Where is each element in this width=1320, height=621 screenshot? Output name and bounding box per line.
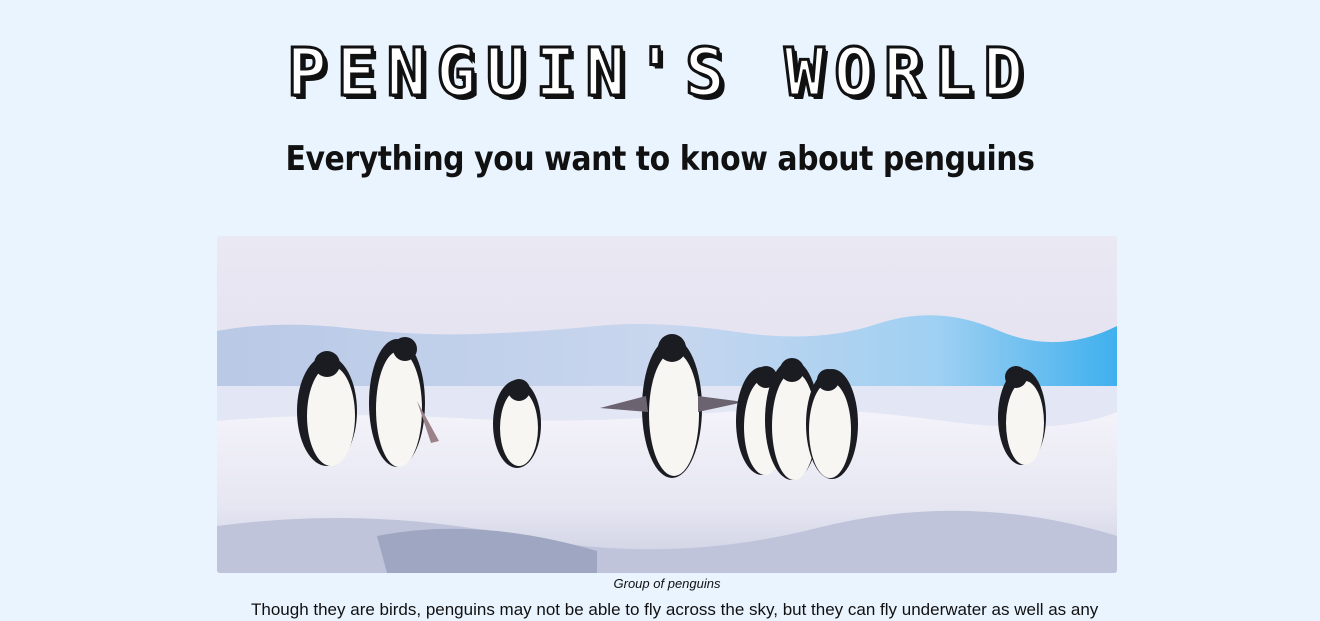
penguins-photo <box>217 236 1117 573</box>
site-subtitle: Everything you want to know about pengui… <box>285 139 1035 179</box>
site-title: PENGUIN'S WORLD <box>285 33 1034 113</box>
hero-caption: Group of penguins <box>613 576 721 591</box>
intro-paragraph: Though they are birds, penguins may not … <box>251 600 1099 619</box>
page: PENGUIN'S WORLD Everything you want to k… <box>0 0 1320 619</box>
hero-figure <box>217 236 1117 573</box>
